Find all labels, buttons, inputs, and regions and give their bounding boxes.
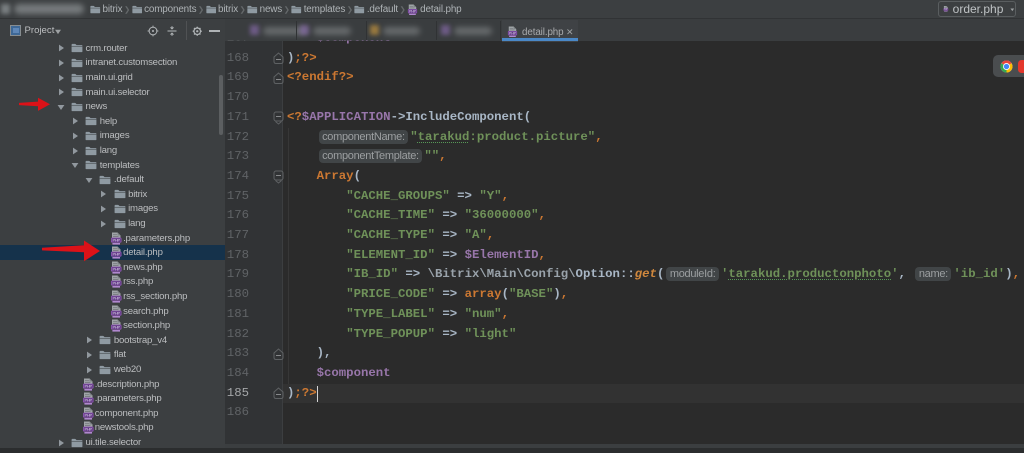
svg-text:PHP: PHP (84, 412, 92, 417)
svg-text:PHP: PHP (113, 296, 121, 301)
svg-text:PHP: PHP (113, 237, 121, 242)
svg-text:PHP: PHP (113, 252, 121, 257)
svg-text:PHP: PHP (509, 31, 517, 35)
svg-text:PHP: PHP (84, 398, 92, 403)
svg-text:PHP: PHP (113, 266, 121, 271)
svg-text:PHP: PHP (84, 427, 92, 432)
svg-text:PHP: PHP (113, 310, 121, 315)
svg-text:PHP: PHP (84, 383, 92, 388)
svg-text:PHP: PHP (409, 9, 416, 13)
svg-text:PHP: PHP (113, 281, 121, 286)
svg-text:PHP: PHP (113, 325, 121, 330)
